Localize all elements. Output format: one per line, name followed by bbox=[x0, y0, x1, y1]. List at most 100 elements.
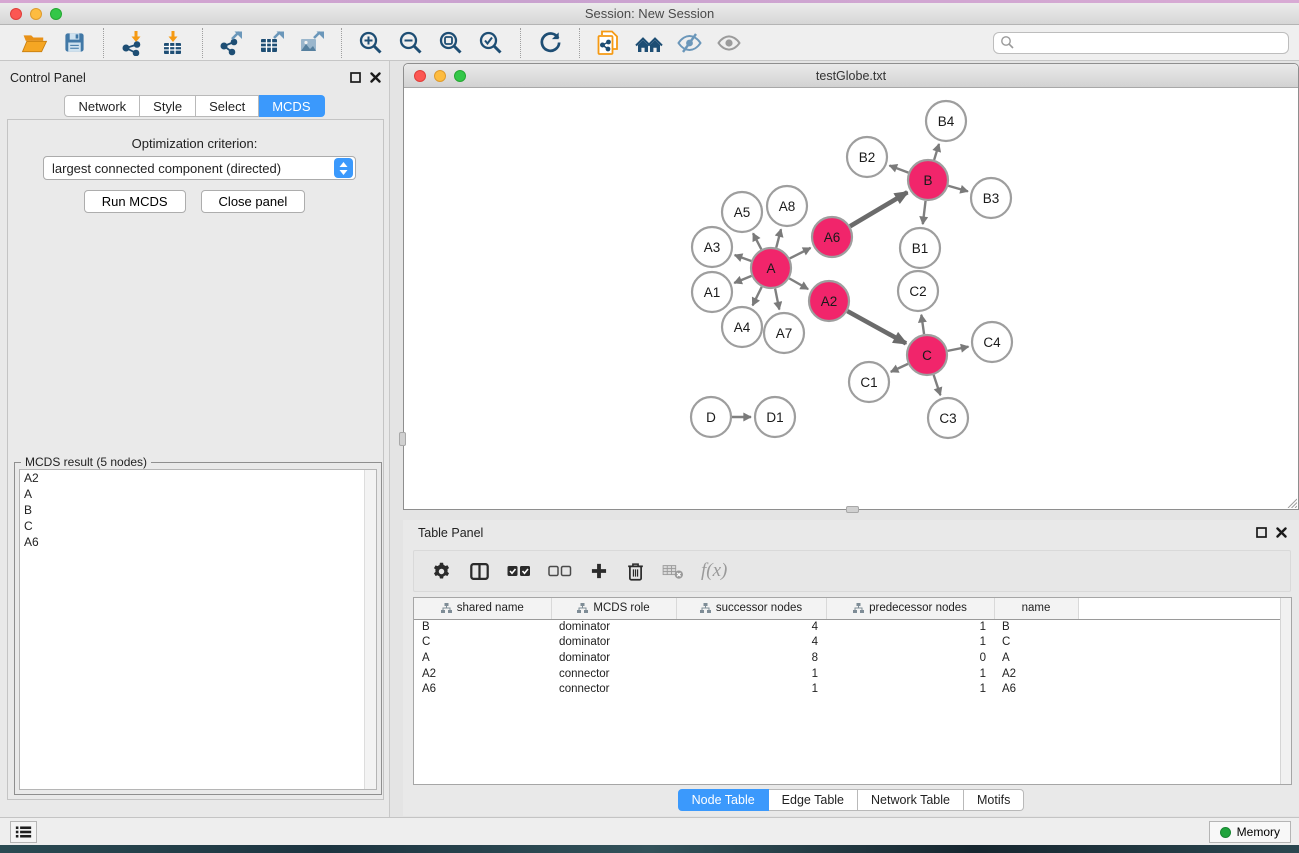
graph-edge[interactable] bbox=[948, 186, 968, 192]
tab-edge-table[interactable]: Edge Table bbox=[769, 789, 858, 811]
graph-edge[interactable] bbox=[948, 347, 969, 351]
network-horizontal-scroll-thumb[interactable] bbox=[846, 506, 859, 513]
table-cell[interactable]: A2 bbox=[994, 666, 1078, 682]
criterion-dropdown[interactable]: largest connected component (directed) bbox=[43, 156, 356, 180]
graph-node[interactable]: A bbox=[751, 248, 791, 288]
table-settings-button[interactable] bbox=[431, 556, 452, 586]
column-header-successor-nodes[interactable]: successor nodes bbox=[676, 598, 826, 619]
graph-node[interactable]: A7 bbox=[764, 313, 804, 353]
table-cell[interactable]: 1 bbox=[826, 619, 994, 635]
export-image-button[interactable] bbox=[292, 27, 332, 59]
graph-edge[interactable] bbox=[753, 233, 761, 249]
open-session-button[interactable] bbox=[14, 27, 54, 59]
tab-network[interactable]: Network bbox=[64, 95, 140, 117]
task-history-button[interactable] bbox=[10, 821, 37, 843]
graph-edge[interactable] bbox=[847, 311, 906, 343]
table-cell[interactable]: A6 bbox=[414, 681, 551, 697]
float-panel-icon[interactable] bbox=[350, 72, 361, 83]
tab-motifs[interactable]: Motifs bbox=[964, 789, 1024, 811]
float-table-panel-icon[interactable] bbox=[1256, 527, 1267, 538]
network-canvas[interactable]: B4B2BB3A8A5A6A3B1AC2A1A2A4A7C4CC1C3DD1 bbox=[404, 88, 1298, 509]
table-cell[interactable]: dominator bbox=[551, 650, 676, 666]
graph-node[interactable]: A6 bbox=[812, 217, 852, 257]
table-cell[interactable]: 4 bbox=[676, 619, 826, 635]
graph-node[interactable]: B bbox=[908, 160, 948, 200]
graph-node[interactable]: A5 bbox=[722, 192, 762, 232]
graph-edge[interactable] bbox=[753, 287, 762, 306]
zoom-in-button[interactable] bbox=[351, 27, 391, 59]
graph-edge[interactable] bbox=[934, 375, 941, 395]
apply-layout-button[interactable] bbox=[530, 27, 570, 59]
table-cell[interactable]: 0 bbox=[826, 650, 994, 666]
search-input[interactable] bbox=[1015, 34, 1288, 52]
graph-node[interactable]: B4 bbox=[926, 101, 966, 141]
deselect-all-button[interactable] bbox=[548, 556, 572, 586]
zoom-selected-button[interactable] bbox=[471, 27, 511, 59]
column-header-name[interactable]: name bbox=[994, 598, 1078, 619]
graph-edge[interactable] bbox=[790, 248, 811, 259]
column-header-shared-name[interactable]: shared name bbox=[414, 598, 551, 619]
select-all-button[interactable] bbox=[507, 556, 531, 586]
table-cell[interactable]: dominator bbox=[551, 635, 676, 651]
close-panel-button[interactable]: Close panel bbox=[201, 190, 306, 213]
hide-selected-button[interactable] bbox=[669, 27, 709, 59]
node-table[interactable]: shared name MCDS role successor nodes pr… bbox=[413, 597, 1292, 785]
table-cell[interactable]: C bbox=[994, 635, 1078, 651]
graph-node[interactable]: C2 bbox=[898, 271, 938, 311]
create-column-button[interactable] bbox=[589, 556, 609, 586]
zoom-fit-button[interactable] bbox=[431, 27, 471, 59]
table-cell[interactable]: connector bbox=[551, 681, 676, 697]
table-cell[interactable]: 1 bbox=[826, 681, 994, 697]
table-cell[interactable]: connector bbox=[551, 666, 676, 682]
mcds-result-list[interactable]: A2ABCA6 bbox=[19, 469, 377, 790]
run-mcds-button[interactable]: Run MCDS bbox=[84, 190, 186, 213]
delete-table-button[interactable] bbox=[662, 556, 684, 586]
search-field[interactable] bbox=[993, 32, 1289, 54]
graph-edge[interactable] bbox=[735, 255, 752, 261]
table-cell[interactable]: B bbox=[414, 619, 551, 635]
graph-node[interactable]: A8 bbox=[767, 186, 807, 226]
graph-edge[interactable] bbox=[921, 315, 924, 334]
result-list-item[interactable]: C bbox=[20, 518, 376, 534]
table-cell[interactable]: 8 bbox=[676, 650, 826, 666]
graph-node[interactable]: A2 bbox=[809, 281, 849, 321]
table-cell[interactable]: 1 bbox=[676, 666, 826, 682]
table-row[interactable]: Cdominator41C bbox=[414, 635, 1291, 651]
graph-node[interactable]: C1 bbox=[849, 362, 889, 402]
zoom-out-button[interactable] bbox=[391, 27, 431, 59]
graph-edge[interactable] bbox=[891, 364, 908, 372]
table-cell[interactable]: A6 bbox=[994, 681, 1078, 697]
table-row[interactable]: Adominator80A bbox=[414, 650, 1291, 666]
table-scrollbar[interactable] bbox=[1280, 598, 1291, 784]
graph-node[interactable]: A4 bbox=[722, 307, 762, 347]
first-neighbors-button[interactable] bbox=[629, 27, 669, 59]
result-list-item[interactable]: A2 bbox=[20, 470, 376, 486]
table-row[interactable]: A6connector11A6 bbox=[414, 681, 1291, 697]
table-cell[interactable]: B bbox=[994, 619, 1078, 635]
tab-style[interactable]: Style bbox=[140, 95, 196, 117]
table-cell[interactable]: A2 bbox=[414, 666, 551, 682]
table-cell[interactable]: 1 bbox=[826, 635, 994, 651]
graph-node[interactable]: A3 bbox=[692, 227, 732, 267]
result-list-item[interactable]: A bbox=[20, 486, 376, 502]
tab-select[interactable]: Select bbox=[196, 95, 259, 117]
close-table-panel-icon[interactable] bbox=[1276, 527, 1287, 538]
table-cell[interactable]: A bbox=[994, 650, 1078, 666]
show-all-button[interactable] bbox=[709, 27, 749, 59]
graph-node[interactable]: B1 bbox=[900, 228, 940, 268]
graph-edge[interactable] bbox=[789, 278, 808, 289]
graph-edge[interactable] bbox=[776, 229, 781, 247]
delete-column-button[interactable] bbox=[626, 556, 645, 586]
network-vertical-scroll-thumb[interactable] bbox=[399, 432, 406, 446]
close-panel-icon[interactable] bbox=[370, 72, 381, 83]
graph-node[interactable]: B2 bbox=[847, 137, 887, 177]
table-cell[interactable]: dominator bbox=[551, 619, 676, 635]
graph-node[interactable]: D1 bbox=[755, 397, 795, 437]
graph-node[interactable]: C4 bbox=[972, 322, 1012, 362]
graph-node[interactable]: C bbox=[907, 335, 947, 375]
graph-edge[interactable] bbox=[775, 289, 779, 310]
new-network-from-selection-button[interactable] bbox=[589, 27, 629, 59]
graph-edge[interactable] bbox=[934, 144, 939, 160]
table-cell[interactable]: 1 bbox=[826, 666, 994, 682]
result-list-item[interactable]: B bbox=[20, 502, 376, 518]
